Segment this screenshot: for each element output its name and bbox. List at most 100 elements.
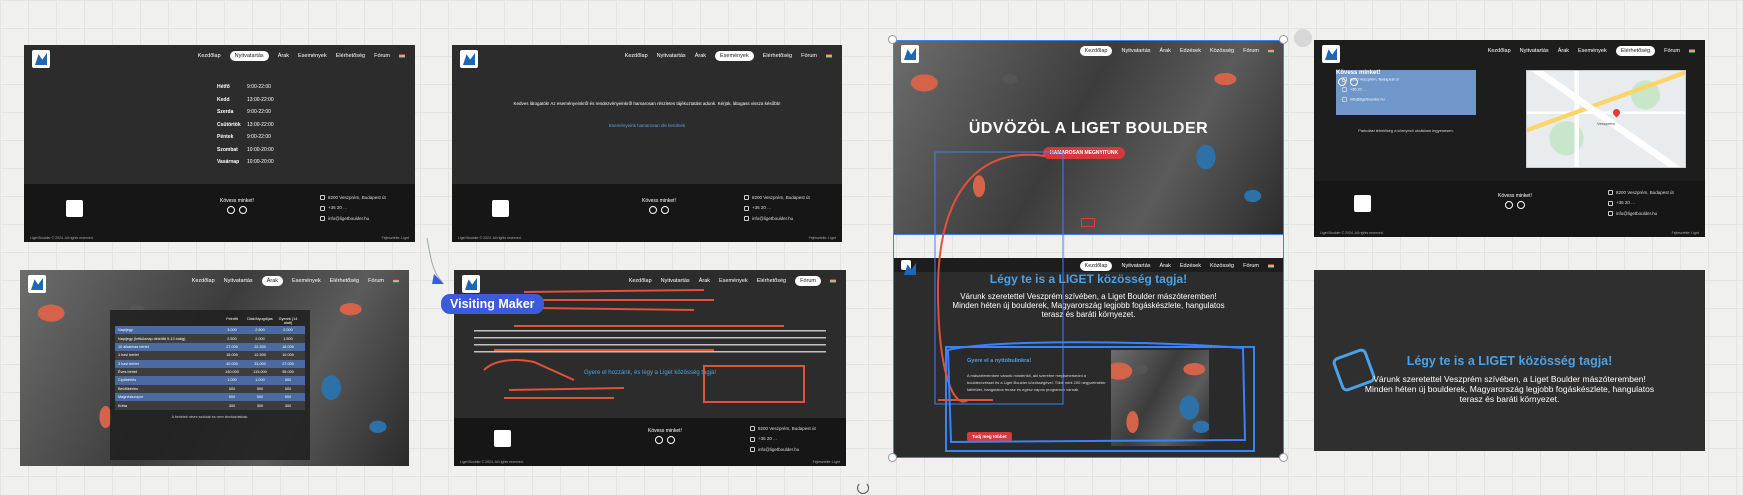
follow-block: Kövess minket!	[648, 428, 682, 446]
frame-prices[interactable]: Kezdőlap Nyitvatartás Árak Események Elé…	[20, 270, 409, 466]
cell: 2.500	[255, 328, 265, 333]
day-label: Hétfő	[217, 84, 230, 90]
nav-events[interactable]: Események	[292, 278, 321, 284]
nav-hours[interactable]: Nyitvatartás	[229, 51, 269, 61]
phone-text: +36 20 ...	[328, 205, 347, 211]
day-label: Péntek	[217, 134, 234, 140]
nav-home[interactable]: Kezdőlap	[198, 53, 221, 59]
nav-hours[interactable]: Nyitvatartás	[224, 278, 253, 284]
nav-home[interactable]: Kezdőlap	[625, 53, 648, 59]
contact-list: 8200 Veszprém, Budapest út +36 20 ... in…	[1342, 77, 1399, 107]
col-header: Diák/Nyugdíjas	[247, 317, 273, 321]
nav-bar: Kezdőlap Nyitvatartás Árak Események Elé…	[1488, 46, 1695, 56]
address-text: 8200 Veszprém, Budapest út	[758, 426, 816, 431]
facebook-icon[interactable]	[654, 436, 663, 444]
col-header	[118, 317, 218, 325]
logo[interactable]	[460, 50, 478, 68]
table-body: Napijegy 3.000 2.500 2.000 Napijegy (hétköz…	[115, 326, 305, 410]
mail-icon	[750, 446, 755, 452]
day-time: 10:00-20:00	[247, 159, 274, 165]
nav-events[interactable]: Események	[298, 53, 327, 59]
instagram-icon[interactable]	[666, 436, 675, 444]
nav-contact[interactable]: Elérhetőség	[763, 53, 792, 59]
facebook-icon[interactable]	[648, 206, 657, 214]
cell: 40.000	[226, 361, 238, 366]
contact-list: 8200 Veszprém, Budapest út +36 20 ... in…	[1608, 190, 1674, 221]
nav-prices[interactable]: Árak	[261, 276, 283, 286]
nav-hours[interactable]: Nyitvatartás	[1520, 48, 1549, 54]
nav-prices[interactable]: Árak	[1558, 48, 1569, 54]
flag-icon[interactable]	[393, 279, 399, 283]
visiting-maker-badge[interactable]: Visiting Maker	[441, 294, 544, 314]
facebook-icon[interactable]	[226, 206, 235, 214]
col-header: Felnőtt	[226, 317, 238, 321]
day-time: 9:00-22:00	[247, 134, 271, 140]
instagram-icon[interactable]	[660, 206, 669, 214]
logo[interactable]	[28, 275, 46, 293]
instagram-icon[interactable]	[1516, 201, 1525, 209]
flag-icon[interactable]	[826, 54, 832, 58]
nav-contact[interactable]: Elérhetőség	[336, 53, 365, 59]
map-pin-icon[interactable]	[1611, 107, 1622, 118]
nav-events[interactable]: Események	[1578, 48, 1607, 54]
flag-icon[interactable]	[399, 54, 405, 58]
table-row: Magnéziumpor 500 500 500	[115, 393, 305, 402]
copyright: Liget Boulder © 2024. All rights reserve…	[1320, 231, 1384, 235]
nav-events[interactable]: Események	[715, 51, 754, 61]
copyright: Liget Boulder © 2024. All rights reserve…	[458, 236, 522, 240]
phone-icon	[744, 205, 749, 211]
frame-community-final[interactable]: Légy te is a LIGET közösség tagja! Várun…	[1314, 270, 1705, 451]
day-time: 13:00-22:00	[247, 121, 274, 128]
day-time: 9:00-22:00	[247, 109, 271, 115]
parking-note: Parkolási lehetőség a környező utcákban …	[1358, 128, 1454, 133]
cell: 1 havi bérlet	[118, 353, 139, 358]
cell: 33.000	[254, 361, 266, 366]
cell: 500	[228, 386, 236, 391]
phone-icon	[1342, 87, 1347, 92]
frame-opening-hours[interactable]: Kezdőlap Nyitvatartás Árak Események Elé…	[24, 45, 415, 242]
nav-hours[interactable]: Nyitvatartás	[657, 53, 686, 59]
nav-home[interactable]: Kezdőlap	[192, 278, 215, 284]
cell: Magnéziumpor	[118, 395, 144, 400]
contact-list: 8200 Veszprém, Budapest út +36 20 ... in…	[744, 195, 810, 226]
logo[interactable]	[32, 50, 50, 68]
facebook-icon[interactable]	[1504, 201, 1513, 209]
nav-prices[interactable]: Árak	[278, 53, 289, 59]
flag-icon[interactable]	[1689, 49, 1695, 53]
copyright: Liget Boulder © 2024. All rights reserve…	[30, 236, 94, 240]
cell: 140.000	[225, 370, 239, 375]
nav-bar: Kezdőlap Nyitvatartás Árak Események Elé…	[198, 51, 405, 61]
location-icon	[320, 195, 325, 201]
logo[interactable]	[1322, 45, 1340, 63]
nav-home[interactable]: Kezdőlap	[1488, 48, 1511, 54]
nav-forum[interactable]: Fórum	[1664, 48, 1680, 54]
nav-contact[interactable]: Elérhetőség	[1615, 46, 1656, 56]
phone-text: +36 20 ...	[1350, 87, 1366, 92]
group-icon[interactable]	[1294, 29, 1312, 47]
sketch-line	[936, 153, 1046, 403]
table-row: Napijegy (hétköznap délelőtt 9-13 óráig)…	[115, 334, 305, 343]
location-icon	[1342, 77, 1347, 82]
cell: 3.000	[227, 328, 237, 333]
sketch-rect	[934, 151, 1064, 405]
cell: 115.000	[253, 370, 267, 375]
nav-contact[interactable]: Elérhetőség	[330, 278, 359, 284]
phone-icon	[320, 205, 325, 211]
follow-title: Kövess minket!	[648, 428, 682, 434]
cell: 1.500	[283, 336, 293, 341]
instagram-icon[interactable]	[238, 206, 247, 214]
nav-forum[interactable]: Fórum	[801, 53, 817, 59]
day-label: Vasárnap	[217, 159, 240, 165]
events-link[interactable]: Eseményeink hamarosan ide kerülnek	[452, 123, 842, 128]
map[interactable]: Veszprém	[1526, 70, 1686, 168]
sketch-line	[946, 341, 1247, 444]
nav-forum[interactable]: Fórum	[368, 278, 384, 284]
nav-prices[interactable]: Árak	[695, 53, 706, 59]
frame-events[interactable]: Kezdőlap Nyitvatartás Árak Események Elé…	[452, 45, 842, 242]
day-label: Szerda	[217, 109, 234, 115]
day-label: Kedd	[217, 96, 230, 103]
contact-card: 8200 Veszprém, Budapest út +36 20 ... in…	[1336, 70, 1476, 115]
email-text: info@ligetboulder.hu	[752, 215, 794, 221]
nav-forum[interactable]: Fórum	[374, 53, 390, 59]
frame-contact[interactable]: Kezdőlap Nyitvatartás Árak Események Elé…	[1314, 40, 1705, 237]
